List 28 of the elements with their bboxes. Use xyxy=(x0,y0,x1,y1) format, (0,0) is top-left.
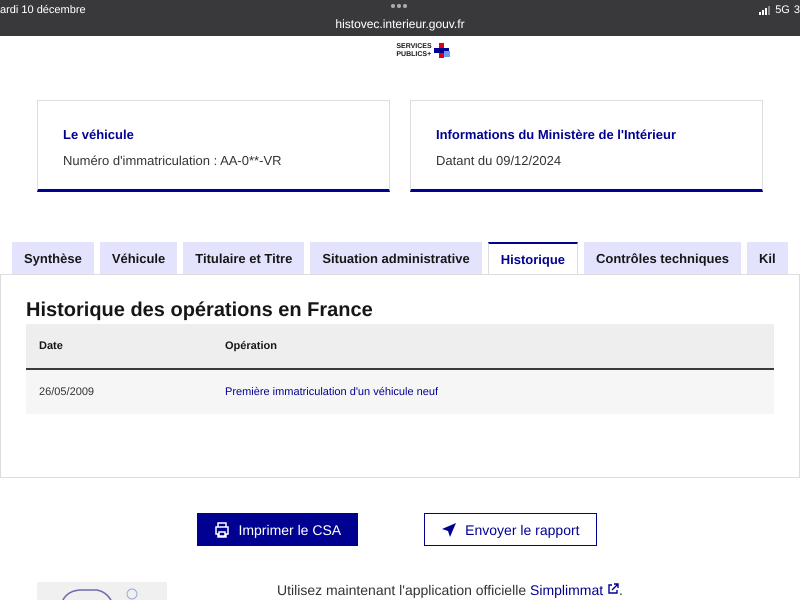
table-cell: Première immatriculation d'un véhicule neuf xyxy=(212,369,774,414)
card-title: Informations du Ministère de l'Intérieur xyxy=(436,127,678,142)
status-date: ardi 10 décembre xyxy=(0,4,86,16)
card-text: Datant du 09/12/2024 xyxy=(436,153,562,168)
section-title: Historique des opérations en France xyxy=(26,299,374,322)
network-label: 5G xyxy=(775,4,790,16)
tab[interactable]: Historique xyxy=(488,242,578,274)
more-icon[interactable] xyxy=(390,3,408,9)
footer-text: Utilisez maintenant l'application officielle Simplimmat . xyxy=(277,582,623,600)
battery-level: 3 xyxy=(794,4,800,16)
simplimmat-link[interactable]: Simplimmat xyxy=(530,582,604,598)
printer-icon xyxy=(214,522,230,538)
external-link-icon xyxy=(607,583,620,595)
tab[interactable]: Situation administrative xyxy=(310,242,482,274)
tab[interactable]: Contrôles techniques xyxy=(584,242,741,274)
logo-icon xyxy=(434,43,450,59)
tab[interactable]: Kil xyxy=(746,242,788,274)
tab[interactable]: Titulaire et Titre xyxy=(183,242,304,274)
address-bar[interactable]: histovec.interieur.gouv.fr xyxy=(335,17,465,31)
action-button[interactable]: Envoyer le rapport xyxy=(424,513,597,546)
card-text: Numéro d'immatriculation : AA-0**-VR xyxy=(63,153,282,168)
send-icon xyxy=(441,522,458,538)
card-title: Le véhicule xyxy=(63,127,135,142)
action-button[interactable]: Imprimer le CSA xyxy=(197,513,358,546)
tab[interactable]: Synthèse xyxy=(12,242,94,274)
signal-icon xyxy=(759,6,772,14)
tab[interactable]: Véhicule xyxy=(100,242,178,274)
table-cell: 26/05/2009 xyxy=(26,369,212,414)
